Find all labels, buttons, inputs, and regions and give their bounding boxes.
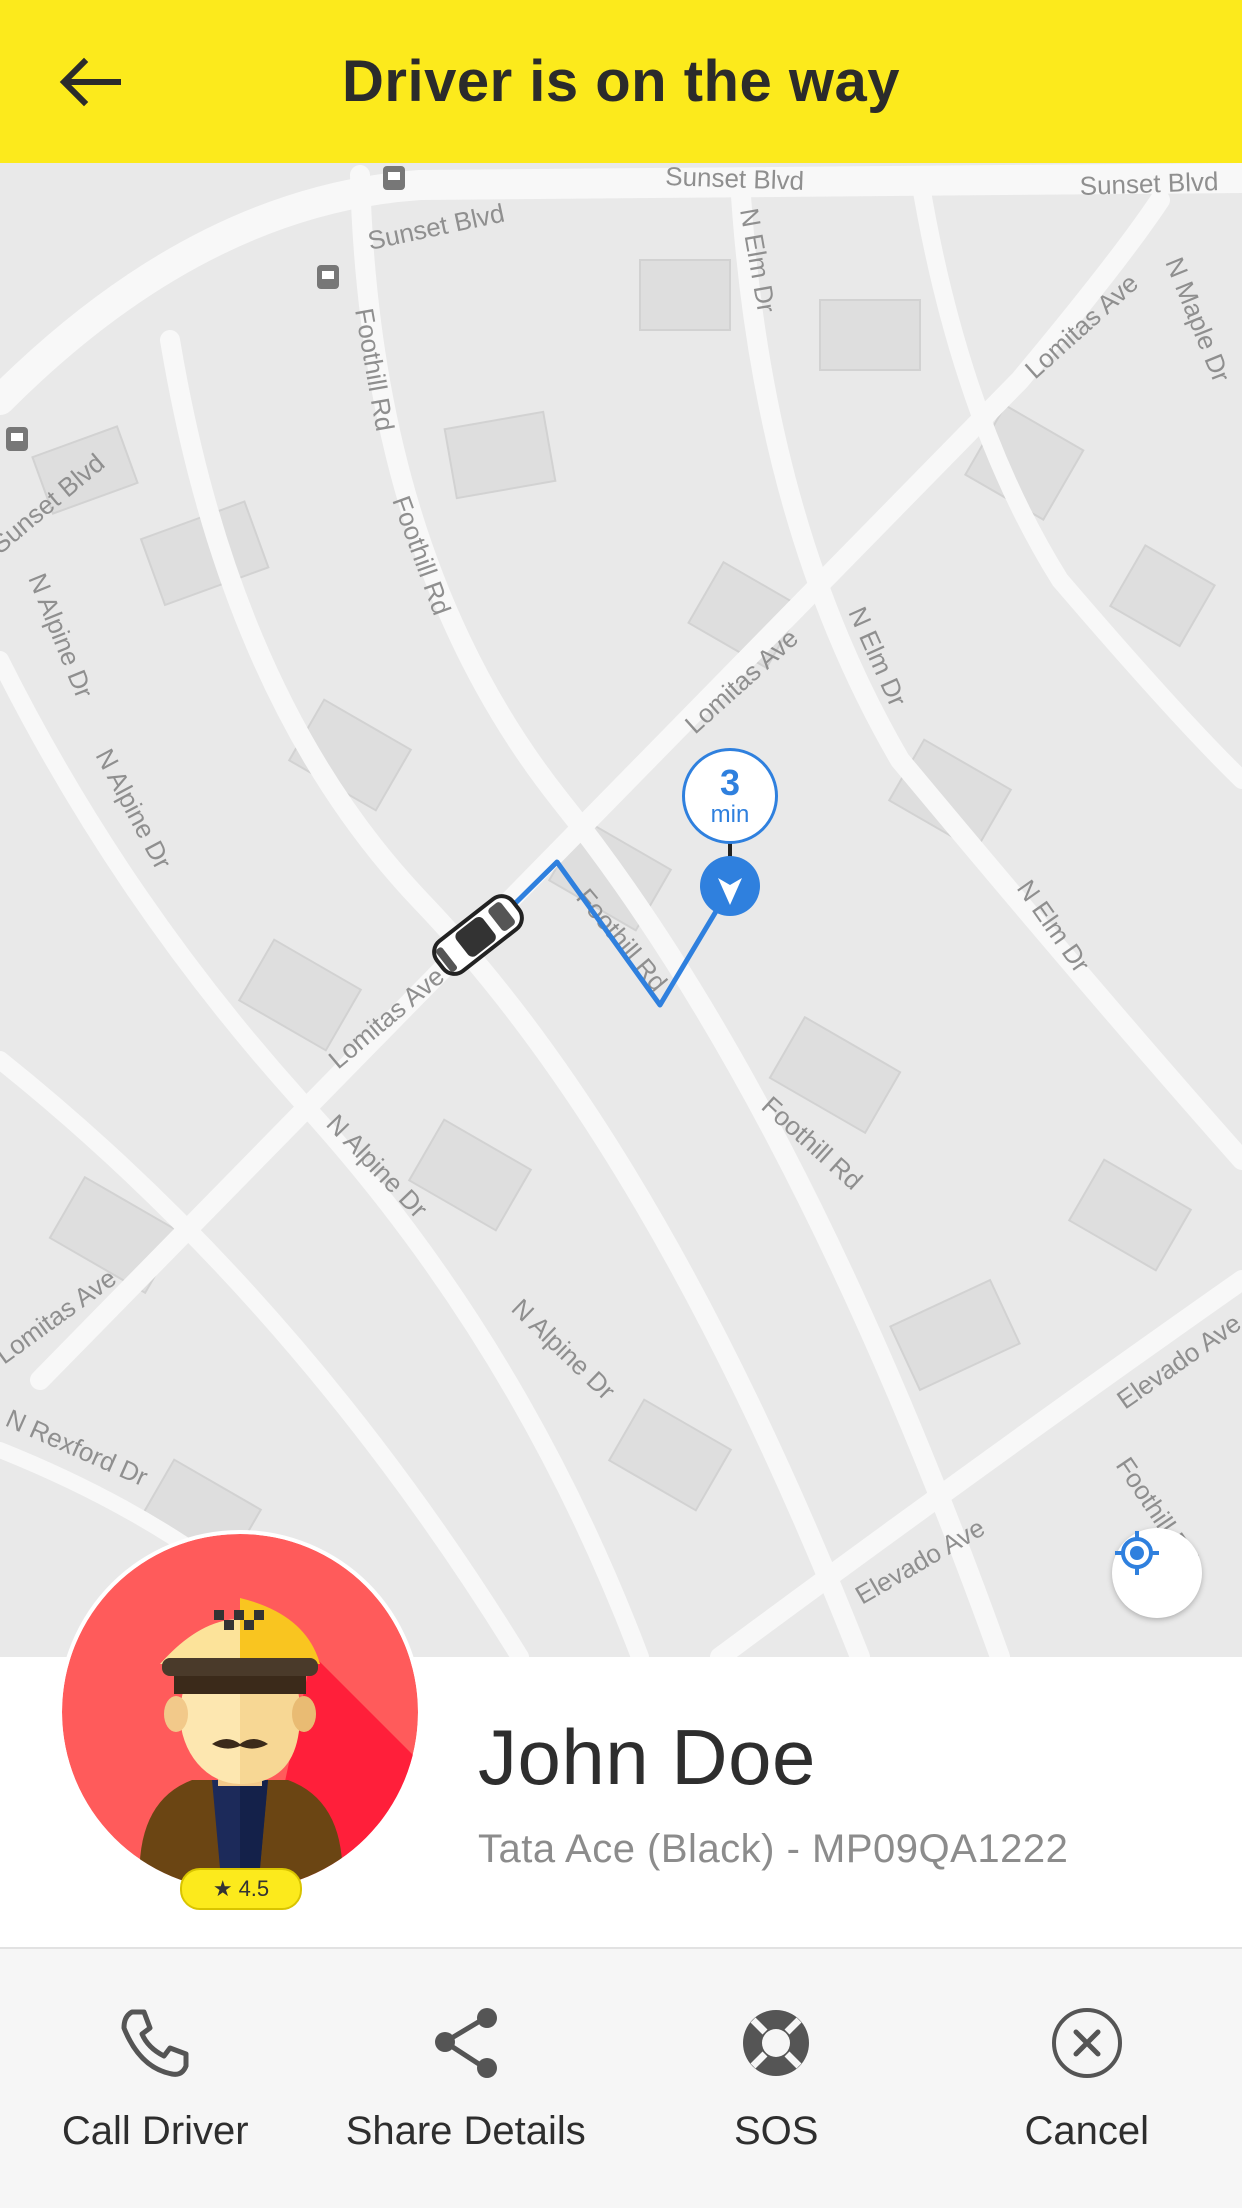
share-details-button[interactable]: Share Details	[311, 1949, 622, 2208]
share-details-label: Share Details	[345, 2109, 586, 2153]
street-label: N Alpine Dr	[22, 569, 99, 702]
vehicle-details: Tata Ace (Black) - MP09QA1222	[478, 1827, 1069, 1871]
street-label: Sunset Blvd	[365, 198, 507, 256]
sos-button[interactable]: SOS	[621, 1949, 932, 2208]
eta-unit: min	[710, 801, 750, 828]
cancel-button[interactable]: Cancel	[932, 1949, 1242, 2208]
eta-bubble: 3 min	[682, 748, 778, 844]
street-label: N Alpine Dr	[506, 1293, 622, 1406]
close-circle-icon	[1047, 2003, 1127, 2083]
star-icon: ★	[212, 1876, 233, 1901]
street-label: N Elm Dr	[1011, 874, 1096, 978]
street-label: Lomitas Ave	[1019, 268, 1144, 385]
street-label: Sunset Blvd	[1079, 166, 1219, 201]
street-label: N Maple Dr	[1159, 253, 1236, 386]
arrow-left-icon	[59, 57, 121, 107]
cancel-label: Cancel	[1024, 2109, 1149, 2153]
phone-icon	[115, 2003, 195, 2083]
driver-name: John Doe	[478, 1713, 816, 1801]
street-label: Sunset Blvd	[665, 163, 805, 196]
action-bar: Call Driver Share Details SOS Cancel	[0, 1949, 1242, 2208]
eta-value: 3	[719, 762, 741, 803]
street-label: Foothill Rd	[386, 492, 457, 619]
lifebuoy-icon	[736, 2003, 816, 2083]
map-view[interactable]: Sunset Blvd Sunset Blvd Sunset Blvd Suns…	[0, 163, 1242, 1657]
top-app-bar: Driver is on the way	[0, 0, 1242, 163]
call-driver-label: Call Driver	[61, 2109, 249, 2153]
call-driver-button[interactable]: Call Driver	[0, 1949, 311, 2208]
rating-badge: ★ 4.5	[180, 1868, 302, 1910]
share-icon	[426, 2003, 506, 2083]
street-label: Foothill Rd	[349, 306, 400, 434]
driver-avatar[interactable]	[58, 1530, 422, 1894]
rating-value: 4.5	[238, 1876, 270, 1901]
sos-label: SOS	[734, 2109, 819, 2153]
back-button[interactable]	[50, 46, 130, 118]
page-title: Driver is on the way	[342, 49, 900, 114]
my-location-icon	[1115, 1531, 1159, 1575]
my-location-button[interactable]	[1112, 1528, 1202, 1618]
driver-avatar-illustration	[62, 1534, 418, 1890]
